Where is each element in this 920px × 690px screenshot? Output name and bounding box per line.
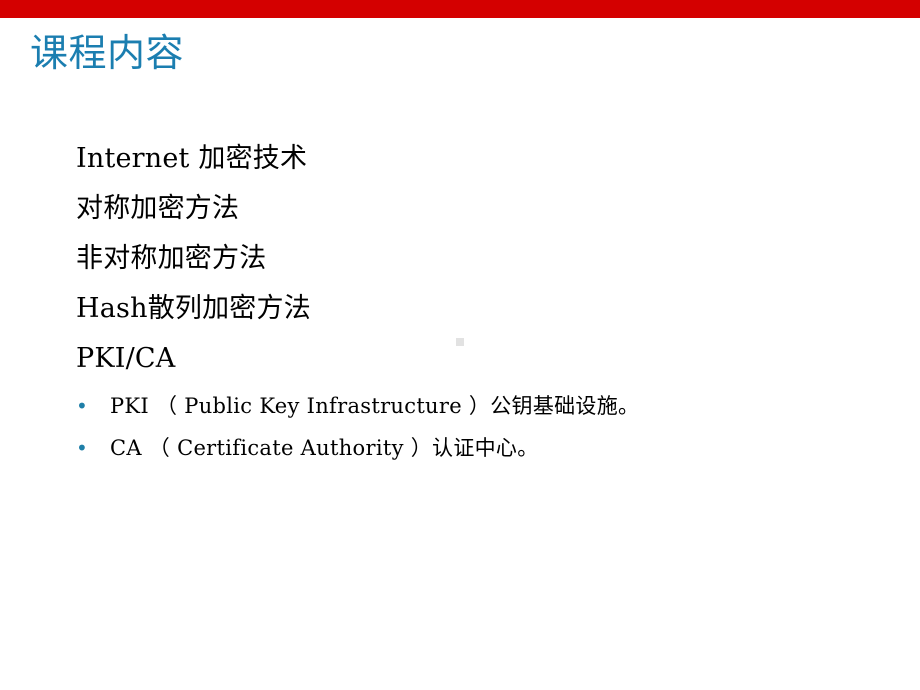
outline-item: PKI/CA	[76, 343, 176, 374]
bullet-dot-icon: •	[76, 436, 88, 460]
outline-item: Internet 加密技术	[76, 143, 308, 174]
outline-item: 非对称加密方法	[76, 243, 267, 274]
slide-body: Internet 加密技术 对称加密方法 非对称加密方法 Hash散列加密方法 …	[76, 134, 896, 468]
top-accent-bar	[0, 0, 920, 18]
outline-item: 对称加密方法	[76, 193, 240, 224]
outline-item: Hash散列加密方法	[76, 293, 311, 324]
list-item: • CA （ Certificate Authority ）认证中心。	[76, 428, 896, 468]
list-item: • PKI （ Public Key Infrastructure ）公钥基础设…	[76, 386, 896, 426]
page-title: 课程内容	[30, 31, 185, 75]
presentation-slide: 课程内容 Internet 加密技术 对称加密方法 非对称加密方法 Hash散列…	[0, 0, 920, 690]
placeholder-marker	[456, 338, 464, 346]
bullet-dot-icon: •	[76, 394, 88, 418]
list-item-label: PKI （ Public Key Infrastructure ）公钥基础设施。	[110, 394, 640, 418]
list-item-label: CA （ Certificate Authority ）认证中心。	[110, 436, 539, 460]
